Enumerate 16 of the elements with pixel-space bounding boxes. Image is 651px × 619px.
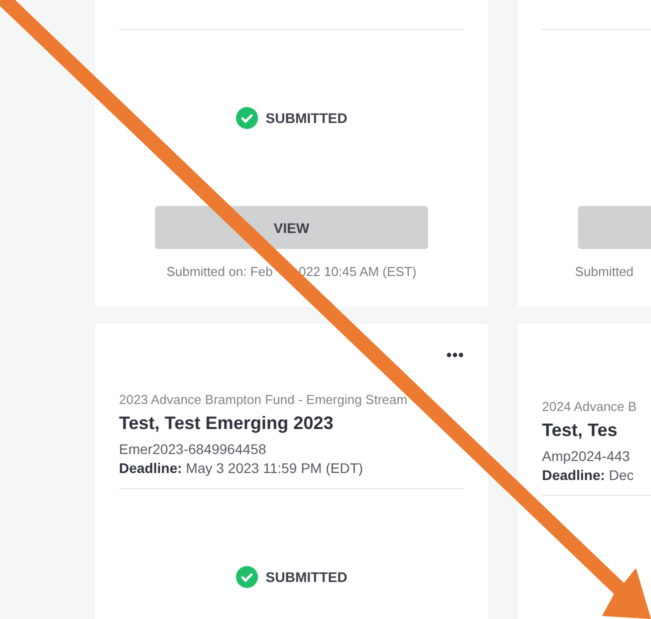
more-icon[interactable] [446,352,464,358]
application-id: Amp2024-443 [542,448,631,464]
application-id: Emer2023-6849964458 [119,441,268,457]
application-title: Test, Test Emerging 2023 [119,413,334,434]
deadline-text: Deadline: May 3 2023 11:59 PM (EDT) [119,460,364,476]
application-title: Test, Tes [542,420,618,441]
program-name: 2024 Advance B [542,399,638,414]
status-label: SUBMITTED [266,110,348,126]
program-name: 2023 Advance Brampton Fund - Emerging Stream [119,392,408,407]
status-label: SUBMITTED [266,569,348,585]
submitted-date: Submitted [575,264,634,279]
submitted-date: Submitted on: Feb [166,264,273,279]
deadline-text: Deadline: Dec [542,467,635,483]
check-circle-icon [236,107,258,129]
view-button[interactable]: VIEW [155,206,428,249]
check-circle-icon [236,566,258,588]
